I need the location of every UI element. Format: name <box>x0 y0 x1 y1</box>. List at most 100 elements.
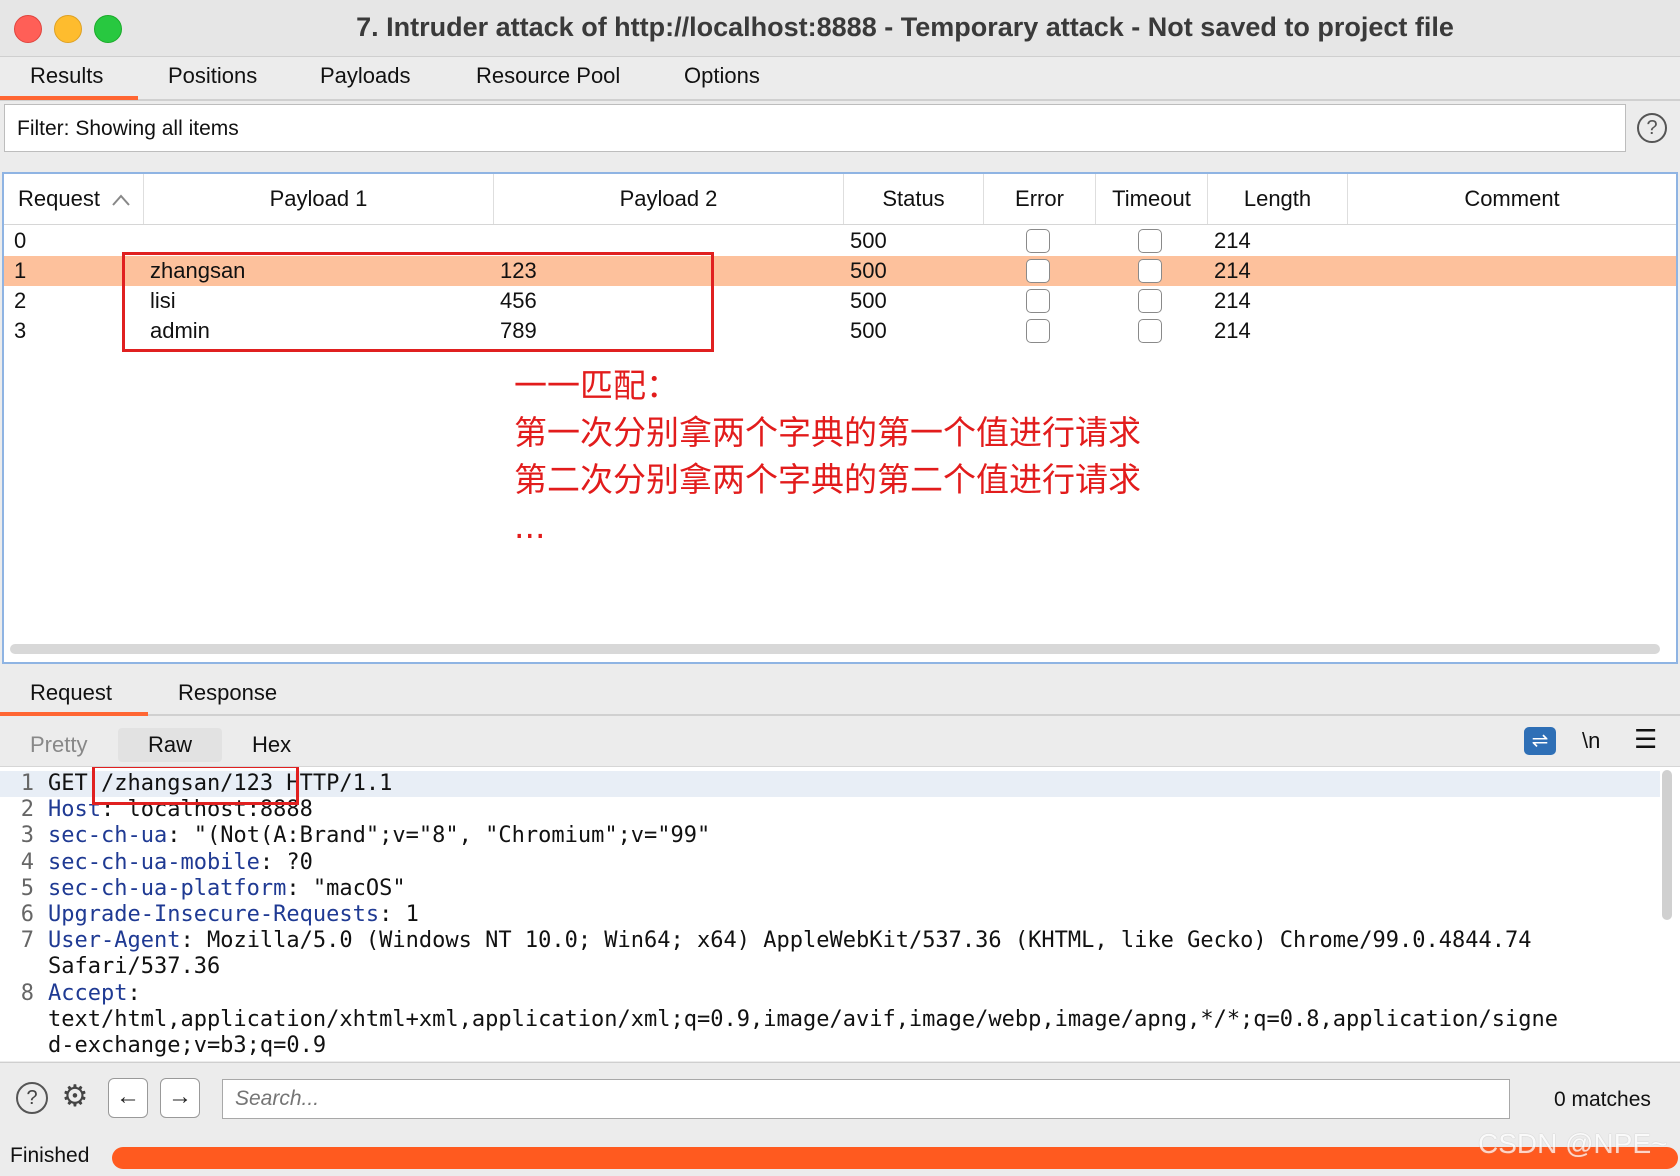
error-checkbox <box>1026 319 1050 343</box>
tab-resource-pool[interactable]: Resource Pool <box>476 63 620 89</box>
line-code: sec-ch-ua-platform: "macOS" <box>48 876 406 901</box>
next-match-button[interactable]: → <box>160 1078 200 1118</box>
tab-raw[interactable]: Raw <box>118 728 223 762</box>
filter-bar[interactable]: Filter: Showing all items <box>4 104 1626 152</box>
request-line: 6 Upgrade-Insecure-Requests: 1 <box>0 902 1660 928</box>
column-header-status[interactable]: Status <box>844 174 984 224</box>
header-name: Accept <box>48 980 128 1006</box>
cell-length: 214 <box>1214 228 1251 253</box>
sort-ascending-icon <box>112 194 130 206</box>
cell-request: 2 <box>14 288 27 313</box>
line-code: sec-ch-ua-mobile: ?0 <box>48 850 313 875</box>
column-header-timeout[interactable]: Timeout <box>1096 174 1208 224</box>
cell-request: 1 <box>14 258 27 283</box>
annotation-line: 一一匹配： <box>514 366 679 405</box>
line-number: 2 <box>20 797 34 823</box>
request-line: Safari/537.36 <box>0 954 1660 980</box>
cell-status: 500 <box>850 318 887 343</box>
annotation-line: 第二次分别拿两个字典的第二个值进行请求 <box>514 460 1141 499</box>
line-number: 7 <box>20 928 34 954</box>
header-separator: : <box>286 875 313 901</box>
line-code: text/html,application/xhtml+xml,applicat… <box>48 1007 1558 1032</box>
watermark: CSDN @NPE~ <box>1478 1128 1668 1159</box>
zoom-window-button[interactable] <box>94 15 122 43</box>
close-window-button[interactable] <box>14 15 42 43</box>
request-editor[interactable]: 1 GET /zhangsan/123 HTTP/1.1 2 Host: localh… <box>0 766 1680 1061</box>
tab-response[interactable]: Response <box>178 680 277 706</box>
annotation-note: 一一匹配： 第一次分别拿两个字典的第一个值进行请求 第二次分别拿两个字典的第二个… <box>514 362 1141 550</box>
search-input[interactable] <box>222 1079 1510 1119</box>
tab-request[interactable]: Request <box>30 680 112 706</box>
header-name: Upgrade-Insecure-Requests <box>48 902 380 927</box>
request-line: 8 Accept: <box>0 981 1660 1007</box>
status-text: Finished <box>10 1144 90 1167</box>
line-number: 4 <box>20 849 34 875</box>
timeout-checkbox <box>1138 319 1162 343</box>
line-number: 8 <box>20 980 34 1006</box>
error-checkbox <box>1026 229 1050 253</box>
cell-length: 214 <box>1214 288 1251 313</box>
annotation-line: ... <box>514 507 546 546</box>
payload-highlight-box <box>122 252 714 352</box>
column-header-request[interactable]: Request <box>4 174 144 224</box>
progress-bar <box>112 1147 1678 1169</box>
message-tabs: Request Response <box>0 666 1680 716</box>
help-icon[interactable]: ? <box>16 1082 48 1114</box>
line-code: Accept: <box>48 981 141 1006</box>
view-tabs: Pretty Raw Hex <box>0 720 1680 766</box>
header-name: sec-ch-ua-platform <box>48 875 287 901</box>
match-count: 0 matches <box>1554 1088 1651 1111</box>
line-number: 5 <box>20 875 34 901</box>
header-name: User-Agent <box>48 928 181 954</box>
column-header-comment[interactable]: Comment <box>1348 174 1676 224</box>
horizontal-scrollbar[interactable] <box>10 644 1660 654</box>
column-header-payload2[interactable]: Payload 2 <box>494 174 844 224</box>
newline-toggle-icon[interactable]: \n <box>1582 728 1600 754</box>
header-separator: : <box>167 823 194 849</box>
hamburger-menu-icon[interactable]: ☰ <box>1634 724 1657 755</box>
cell-length: 214 <box>1214 318 1251 343</box>
header-separator: : <box>180 928 207 954</box>
error-checkbox <box>1026 289 1050 313</box>
request-line: 4 sec-ch-ua-mobile: ?0 <box>0 850 1660 876</box>
line-number: 3 <box>20 823 34 849</box>
error-checkbox <box>1026 259 1050 283</box>
header-separator: : <box>127 980 141 1006</box>
help-icon[interactable]: ? <box>1637 113 1667 143</box>
tab-hex[interactable]: Hex <box>238 728 305 762</box>
line-code: d-exchange;v=b3;q=0.9 <box>48 1033 326 1058</box>
cell-request: 3 <box>14 318 27 343</box>
cell-length: 214 <box>1214 258 1251 283</box>
table-header: Request Payload 1 Payload 2 Status Error… <box>4 174 1676 225</box>
column-header-payload1[interactable]: Payload 1 <box>144 174 494 224</box>
annotation-line: 第一次分别拿两个字典的第一个值进行请求 <box>514 413 1141 452</box>
header-name: sec-ch-ua <box>48 823 168 849</box>
header-value: text/html,application/xhtml+xml,applicat… <box>48 1006 1558 1032</box>
vertical-scrollbar[interactable] <box>1662 770 1672 920</box>
line-code: Safari/537.36 <box>48 954 220 979</box>
timeout-checkbox <box>1138 289 1162 313</box>
path-highlight-box <box>92 767 299 805</box>
header-value: 1 <box>405 902 419 927</box>
column-header-error[interactable]: Error <box>984 174 1096 224</box>
cell-request: 0 <box>14 228 27 253</box>
line-code: Upgrade-Insecure-Requests: 1 <box>48 902 419 927</box>
header-value: "macOS" <box>312 875 406 901</box>
header-value: Safari/537.36 <box>48 954 221 980</box>
line-code: User-Agent: Mozilla/5.0 (Windows NT 10.0… <box>48 928 1531 953</box>
cell-status: 500 <box>850 288 887 313</box>
column-header-length[interactable]: Length <box>1208 174 1348 224</box>
header-separator: : <box>259 849 287 875</box>
gear-icon[interactable]: ⚙ <box>59 1082 91 1114</box>
previous-match-button[interactable]: ← <box>108 1078 148 1118</box>
tab-positions[interactable]: Positions <box>168 63 257 89</box>
tab-options[interactable]: Options <box>684 63 760 89</box>
header-name: sec-ch-ua-mobile <box>48 849 260 875</box>
wrap-lines-icon[interactable]: ⇌ <box>1524 727 1556 755</box>
timeout-checkbox <box>1138 259 1162 283</box>
title-bar: 7. Intruder attack of http://localhost:8… <box>0 0 1680 57</box>
tab-payloads[interactable]: Payloads <box>320 63 411 89</box>
tab-results[interactable]: Results <box>30 63 103 89</box>
tab-pretty[interactable]: Pretty <box>16 728 101 762</box>
minimize-window-button[interactable] <box>54 15 82 43</box>
